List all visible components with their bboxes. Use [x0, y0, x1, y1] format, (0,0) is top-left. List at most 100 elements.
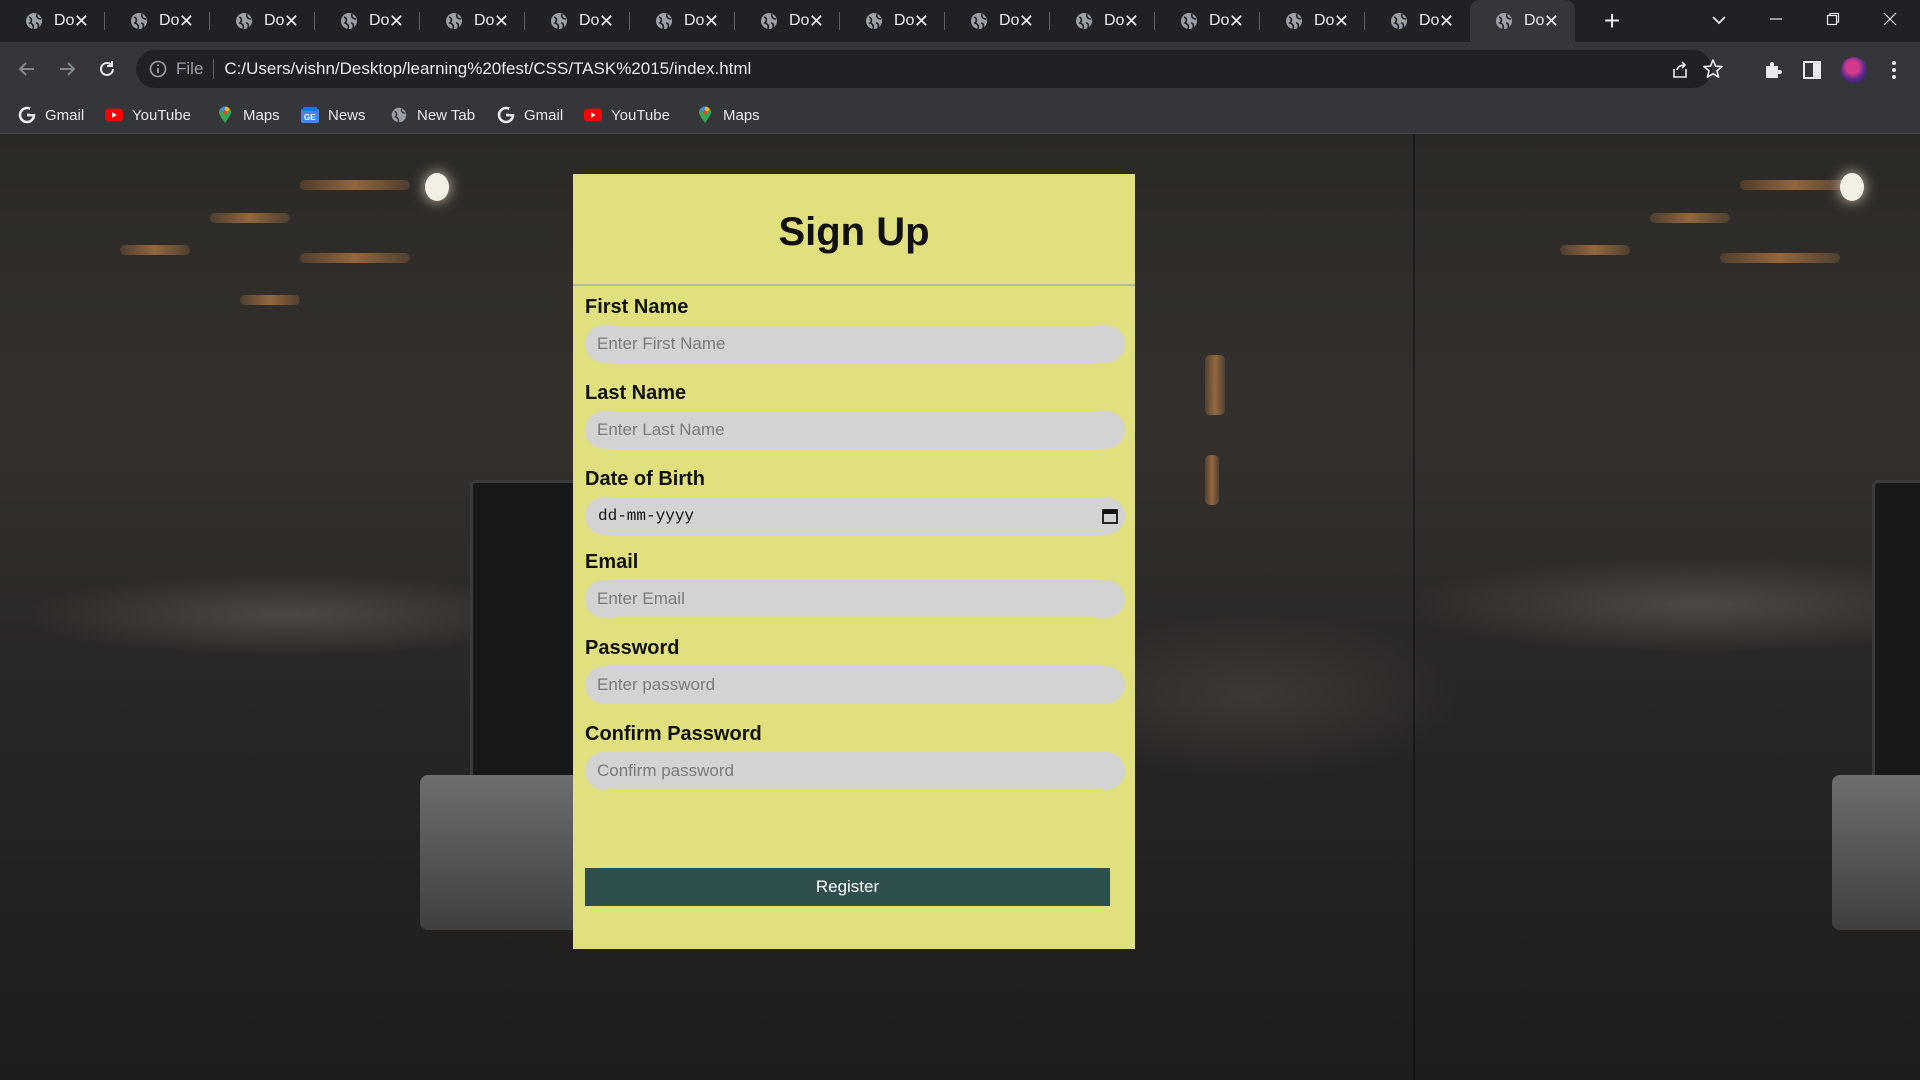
tab-close-icon[interactable]: ✕: [1439, 10, 1454, 32]
dob-placeholder: dd-mm-yyyy: [598, 507, 695, 525]
bookmark-label: YouTube: [132, 106, 191, 124]
dob-input[interactable]: dd-mm-yyyy: [585, 497, 1125, 535]
tab-close-icon[interactable]: ✕: [389, 10, 404, 32]
browser-tab[interactable]: Do ✕: [0, 0, 105, 42]
globe-icon: [236, 13, 252, 30]
bookmark-label: YouTube: [611, 106, 670, 124]
reload-icon: [100, 61, 114, 76]
globe-icon: [761, 13, 777, 30]
tab-close-icon[interactable]: ✕: [809, 10, 824, 32]
globe-icon: [390, 106, 408, 124]
more-menu-icon[interactable]: [1883, 59, 1905, 81]
tab-close-icon[interactable]: ✕: [74, 10, 89, 32]
tab-close-icon[interactable]: ✕: [1334, 10, 1349, 32]
arrow-left-icon: [18, 62, 34, 76]
svg-text:GE: GE: [304, 113, 316, 122]
globe-icon: [1181, 13, 1197, 30]
youtube-icon: [105, 106, 123, 124]
tab-close-icon[interactable]: ✕: [494, 10, 509, 32]
title-divider: [573, 284, 1135, 286]
tab-close-icon[interactable]: ✕: [1019, 10, 1034, 32]
tab-close-icon[interactable]: ✕: [914, 10, 929, 32]
browser-tab[interactable]: Do ✕: [1365, 0, 1470, 42]
globe-icon: [656, 13, 672, 30]
tab-close-icon[interactable]: ✕: [704, 10, 719, 32]
browser-tab[interactable]: Do ✕: [315, 0, 420, 42]
forward-button[interactable]: [52, 54, 82, 84]
bookmark-item[interactable]: YouTube: [105, 102, 191, 128]
browser-tab[interactable]: Do ✕: [420, 0, 525, 42]
youtube-icon: [584, 106, 602, 124]
tab-close-icon[interactable]: ✕: [284, 10, 299, 32]
browser-tab[interactable]: Do ✕: [945, 0, 1050, 42]
back-button[interactable]: [12, 54, 42, 84]
dob-label: Date of Birth: [585, 468, 705, 490]
globe-icon: [1076, 13, 1092, 30]
form-title: Sign Up: [778, 210, 930, 254]
bookmark-item[interactable]: Gmail: [18, 102, 84, 128]
profile-avatar[interactable]: [1841, 57, 1867, 83]
first-name-label: First Name: [585, 296, 689, 318]
bookmark-item[interactable]: YouTube: [584, 102, 670, 128]
browser-tab[interactable]: Do ✕: [735, 0, 840, 42]
first-name-input[interactable]: [585, 325, 1125, 363]
bookmark-label: Gmail: [45, 106, 85, 124]
globe-icon: [341, 13, 357, 30]
browser-tab[interactable]: Do ✕: [1155, 0, 1260, 42]
minimize-button[interactable]: [1748, 0, 1804, 38]
bookmark-item[interactable]: Gmail: [497, 102, 563, 128]
browser-tab[interactable]: Do ✕: [1260, 0, 1365, 42]
register-button[interactable]: Register: [585, 868, 1110, 906]
browser-tab[interactable]: Do ✕: [105, 0, 210, 42]
share-icon[interactable]: [1670, 60, 1690, 80]
address-divider: [213, 59, 215, 79]
browser-tab[interactable]: Do ✕: [1050, 0, 1155, 42]
close-window-button[interactable]: [1862, 0, 1918, 38]
address-bar[interactable]: File C:/Users/vishn/Desktop/learning%20f…: [136, 50, 1723, 88]
tab-search-icon[interactable]: [1705, 8, 1733, 32]
globe-icon: [131, 13, 147, 30]
globe-icon: [1391, 13, 1407, 30]
bookmark-item[interactable]: Maps: [216, 102, 280, 128]
restore-icon: [1826, 12, 1840, 26]
tab-close-icon[interactable]: ✕: [1544, 10, 1559, 32]
bookmark-item[interactable]: GE News: [301, 102, 366, 128]
tab-close-icon[interactable]: ✕: [599, 10, 614, 32]
bookmark-item[interactable]: New Tab: [390, 102, 475, 128]
info-icon[interactable]: [148, 59, 168, 79]
password-input[interactable]: [585, 666, 1125, 704]
restore-button[interactable]: [1805, 0, 1861, 38]
maps-icon: [696, 106, 714, 124]
news-icon: GE: [301, 106, 319, 124]
globe-icon: [971, 13, 987, 30]
globe-icon: [551, 13, 567, 30]
tab-close-icon[interactable]: ✕: [1229, 10, 1244, 32]
browser-tab[interactable]: Do ✕: [210, 0, 315, 42]
calendar-icon[interactable]: [1101, 507, 1119, 525]
globe-icon: [1286, 13, 1302, 30]
close-icon: [1883, 12, 1897, 26]
side-panel-icon[interactable]: [1801, 59, 1823, 81]
tab-close-icon[interactable]: ✕: [179, 10, 194, 32]
new-tab-button[interactable]: +: [1598, 6, 1626, 36]
last-name-input[interactable]: [585, 411, 1125, 449]
tab-close-icon[interactable]: ✕: [1124, 10, 1139, 32]
extensions-icon[interactable]: [1762, 59, 1784, 81]
confirm-password-input[interactable]: [585, 752, 1125, 790]
browser-tab[interactable]: Do ✕: [840, 0, 945, 42]
arrow-right-icon: [60, 62, 76, 76]
browser-tab[interactable]: Do ✕: [630, 0, 735, 42]
password-label: Password: [585, 637, 680, 659]
google-icon: [18, 106, 36, 124]
email-label: Email: [585, 551, 639, 573]
browser-tab[interactable]: Do ✕: [525, 0, 630, 42]
reload-button[interactable]: [92, 54, 122, 84]
bookmark-star-icon[interactable]: [1702, 58, 1724, 80]
url-text[interactable]: C:/Users/vishn/Desktop/learning%20fest/C…: [224, 59, 751, 79]
maps-icon: [216, 106, 234, 124]
signup-form: Sign Up First Name Last Name Date of Bir…: [573, 174, 1135, 949]
bookmark-item[interactable]: Maps: [696, 102, 760, 128]
bookmark-label: New Tab: [417, 106, 476, 124]
browser-tab[interactable]: Do ✕: [1470, 0, 1575, 42]
email-input[interactable]: [585, 580, 1125, 618]
